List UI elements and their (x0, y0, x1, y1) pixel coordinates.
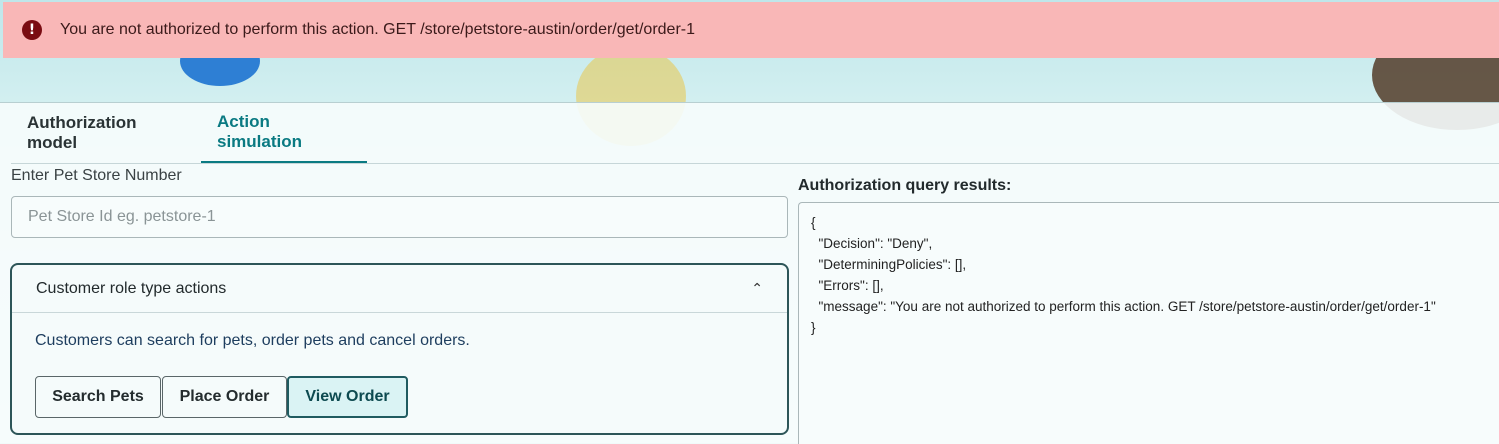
place-order-button[interactable]: Place Order (162, 376, 287, 418)
results-line: } (811, 320, 816, 335)
results-line: { (811, 215, 816, 230)
customer-actions-title: Customer role type actions (36, 279, 227, 297)
exclamation-circle-icon: ! (22, 20, 42, 40)
results-line: "message": "You are not authorized to pe… (811, 299, 1436, 314)
tab-bar: Authorization model Action simulation (11, 103, 1499, 164)
results-line: "DeterminingPolicies": [], (811, 257, 967, 272)
pet-store-number-label: Enter Pet Store Number (11, 167, 182, 184)
authorization-results-output[interactable]: { "Decision": "Deny", "DeterminingPolici… (798, 202, 1499, 444)
results-line: "Errors": [], (811, 278, 884, 293)
tab-action-simulation[interactable]: Action simulation (201, 103, 367, 163)
tab-authorization-model[interactable]: Authorization model (11, 103, 201, 163)
error-banner: ! You are not authorized to perform this… (3, 2, 1499, 58)
pet-store-id-input[interactable] (11, 196, 788, 238)
error-message: You are not authorized to perform this a… (60, 21, 696, 38)
authorization-results-label: Authorization query results: (798, 177, 1012, 194)
view-order-button[interactable]: View Order (287, 376, 408, 418)
customer-actions-accordion: Customer role type actions ⌃ Customers c… (10, 263, 789, 435)
chevron-up-icon[interactable]: ⌃ (751, 281, 763, 297)
customer-actions-description: Customers can search for pets, order pet… (35, 332, 470, 349)
results-line: "Decision": "Deny", (811, 236, 933, 251)
customer-actions-header[interactable]: Customer role type actions ⌃ (12, 265, 787, 313)
search-pets-button[interactable]: Search Pets (35, 376, 161, 418)
main-panel: Authorization model Action simulation En… (0, 102, 1499, 444)
